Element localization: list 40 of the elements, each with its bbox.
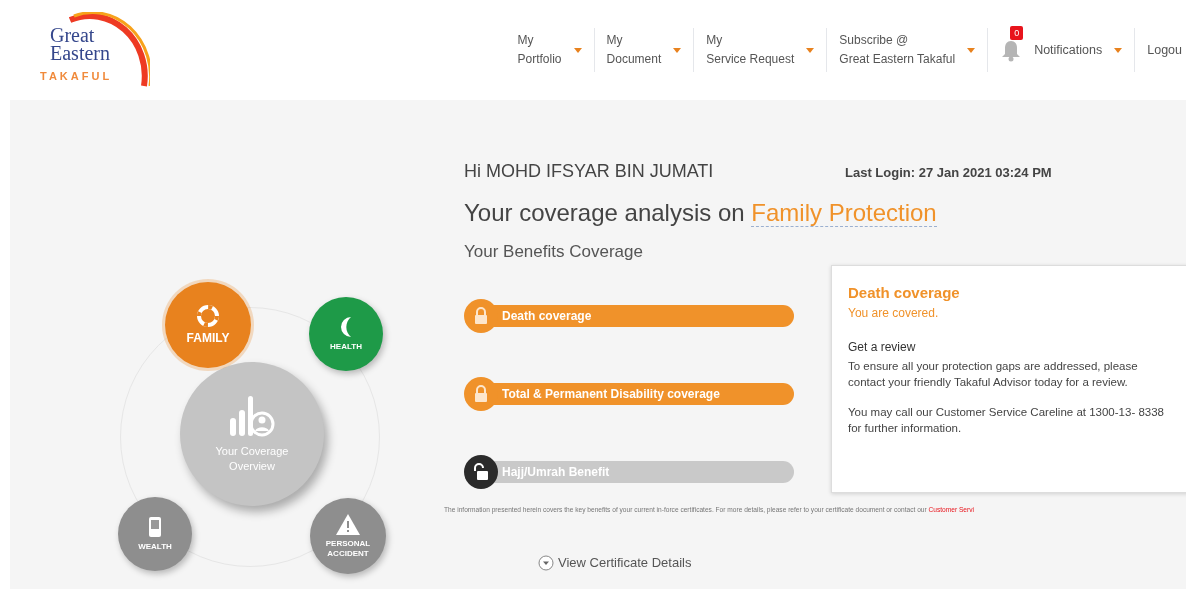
greeting: Hi MOHD IFSYAR BIN JUMATI [464, 160, 715, 183]
nav-menu-item[interactable]: Notifications [1034, 40, 1103, 60]
nav-menu-item[interactable]: My Document [606, 31, 662, 69]
nav-menu-item[interactable]: Subscribe @ Great Eastern Takaful [839, 31, 956, 69]
caret-icon [673, 47, 682, 53]
logo-text: Great [50, 26, 96, 44]
nav-menu-item[interactable]: My Service Request [706, 31, 795, 69]
popup-text: You may call our Customer Service Careline at 1300-13- 8338 for further information. [848, 405, 1165, 436]
view-certificate-details-button[interactable]: View Certificate Details [538, 552, 692, 573]
popup-status: You are covered. [848, 305, 940, 322]
benefit-bar[interactable]: Death coverage [492, 304, 794, 327]
benefit-bar[interactable]: Total & Permanent Disability coverage [492, 382, 794, 405]
nav-menu-item[interactable]: My Portfolio [517, 31, 562, 69]
topic-link[interactable]: Family Protection [751, 199, 937, 227]
last-login: Last Login: 27 Jan 2021 03:24 PM [845, 164, 1052, 182]
popup-subtitle: Get a review [848, 339, 917, 356]
category-label: PERSONAL ACCIDENT [324, 538, 372, 559]
overview-label: Your Coverage Overview [214, 444, 290, 474]
caret-icon [1114, 47, 1123, 53]
category-label: HEALTH [329, 342, 363, 352]
logo-text: TAKAFUL [40, 69, 113, 84]
expand-icon [538, 554, 554, 571]
popup-text: To ensure all your protection gaps are addressed, please contact your friendly Takaful Advisor today for a review. [848, 359, 1139, 390]
popup-title: Death coverage [848, 282, 961, 303]
caret-icon [806, 47, 815, 53]
category-label: WEALTH [137, 542, 173, 552]
unlocked-icon [464, 454, 498, 489]
logo[interactable]: Great Eastern TAKAFUL [40, 12, 150, 88]
caret-icon [573, 47, 582, 53]
logout-link[interactable]: Logou [1147, 40, 1182, 60]
caret-icon [967, 47, 976, 53]
warning-icon [336, 513, 360, 535]
heading: Your coverage analysis on [464, 199, 745, 226]
category-label: FAMILY [186, 330, 230, 346]
notification-badge: 0 [1010, 26, 1024, 40]
lifebuoy-icon [197, 304, 219, 327]
logo-text: Eastern [50, 44, 110, 62]
subheading: Your Benefits Coverage [464, 241, 644, 263]
phone-icon [148, 516, 162, 538]
bell-icon[interactable] [1000, 38, 1023, 62]
